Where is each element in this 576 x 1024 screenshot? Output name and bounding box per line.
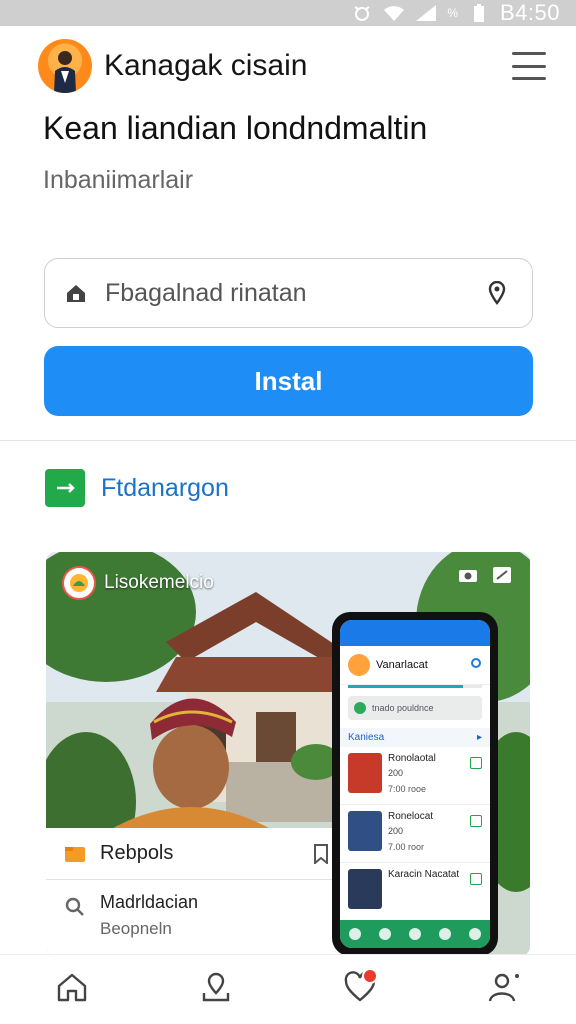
avatar[interactable] <box>38 39 92 93</box>
expand-icon[interactable] <box>492 566 512 584</box>
phone-item-line2: 7:00 <box>388 784 406 794</box>
phone-avatar <box>348 654 370 676</box>
search-icon <box>64 896 86 918</box>
bookmark-icon[interactable] <box>312 843 332 865</box>
list-item[interactable]: Madrldacian Beopneln <box>46 880 346 951</box>
phone-bottom-nav <box>340 920 490 948</box>
phone-list-item: Ronolaotal 200 7:00 rooe <box>340 747 490 805</box>
page-subline: Inbaniimarlair <box>43 166 194 194</box>
section-header[interactable]: Ftdanargon <box>45 468 229 508</box>
camera-icon[interactable] <box>458 566 478 584</box>
phone-item-name: Ronolaotal <box>388 753 436 764</box>
phone-search-text: tnado pouldnce <box>372 703 434 713</box>
card-brand: Lisokemelcio <box>62 566 214 600</box>
profile-icon <box>487 971 521 1008</box>
phone-screen: Vanarlacat tnado pouldnce Kaniesa ▸ Rono… <box>340 620 490 948</box>
folder-icon <box>64 843 86 865</box>
divider <box>0 440 576 441</box>
phone-section-chevron-icon: ▸ <box>476 732 482 743</box>
phone-item-line2: 7.00 <box>388 842 406 852</box>
nav-map[interactable] <box>192 966 240 1014</box>
phone-title: Vanarlacat <box>376 659 428 671</box>
phone-item-name: Ronelocat <box>388 811 434 822</box>
phone-item-thumbnail <box>348 869 382 909</box>
network-label: % <box>447 6 458 20</box>
page-headline: Kean liandian londndmaltin <box>43 110 428 146</box>
feature-card[interactable]: Lisokemelcio Rebpols Madrldacian Beopnel… <box>46 552 530 956</box>
phone-list-item: Karacin Nacatat <box>340 863 490 921</box>
notification-badge <box>362 967 378 984</box>
phone-item-line1: 200 <box>388 826 404 836</box>
phone-progress-bar <box>348 685 482 688</box>
alarm-icon <box>351 4 373 22</box>
section-flag-icon <box>45 469 85 507</box>
phone-search: tnado pouldnce <box>348 696 482 720</box>
card-list: Rebpols Madrldacian Beopneln <box>46 828 346 956</box>
phone-item-checkbox <box>470 815 482 827</box>
phone-list-item: Ronelocat 200 7.00 roor <box>340 805 490 863</box>
status-time: B4:50 <box>500 0 560 25</box>
wifi-icon <box>383 4 405 22</box>
phone-item-line1: 200 <box>388 768 404 778</box>
phone-refresh-icon <box>470 656 482 674</box>
signal-icon <box>415 4 437 22</box>
card-actions <box>458 566 512 584</box>
phone-item-thumbnail <box>348 811 382 851</box>
location-pin-icon[interactable] <box>484 280 510 306</box>
battery-icon <box>468 4 490 22</box>
phone-item-thumbnail <box>348 753 382 793</box>
phone-search-icon <box>354 702 366 714</box>
phone-section-title: Kaniesa <box>348 732 385 743</box>
home-icon <box>56 972 88 1007</box>
phone-item-checkbox <box>470 873 482 885</box>
phone-item-line3: roor <box>408 842 425 852</box>
phone-section-header: Kaniesa ▸ <box>340 728 490 747</box>
map-pin-icon <box>200 971 232 1008</box>
section-label: Ftdanargon <box>101 473 229 502</box>
hamburger-menu-icon[interactable] <box>512 52 546 80</box>
phone-status-bar <box>340 620 490 646</box>
phone-item-name: Karacin Nacatat <box>388 869 460 880</box>
phone-progress-fill <box>348 685 464 688</box>
phone-item-line3: rooe <box>408 784 427 794</box>
nav-profile[interactable] <box>480 966 528 1014</box>
search-text: Fbagalnad rinatan <box>105 278 307 307</box>
app-header: Kanagak cisain <box>0 26 576 106</box>
nav-favorites[interactable] <box>336 966 384 1014</box>
search-input[interactable]: Fbagalnad rinatan <box>44 258 533 328</box>
card-brand-text: Lisokemelcio <box>104 572 214 593</box>
nav-home[interactable] <box>48 966 96 1014</box>
phone-mockup: Vanarlacat tnado pouldnce Kaniesa ▸ Rono… <box>332 612 498 956</box>
list-item[interactable]: Rebpols <box>46 828 346 880</box>
phone-header: Vanarlacat <box>340 646 490 685</box>
bottom-nav <box>0 954 576 1024</box>
app-title: Kanagak cisain <box>104 49 308 82</box>
status-bar: % B4:50 <box>0 0 576 26</box>
phone-item-checkbox <box>470 757 482 769</box>
home-lock-icon <box>63 280 89 306</box>
list-item-title: Madrldacian <box>100 892 199 912</box>
list-item-subtitle: Beopneln <box>100 919 172 938</box>
brand-logo-icon <box>62 566 96 600</box>
install-button[interactable]: Instal <box>44 346 533 416</box>
list-item-label: Rebpols <box>100 842 174 864</box>
